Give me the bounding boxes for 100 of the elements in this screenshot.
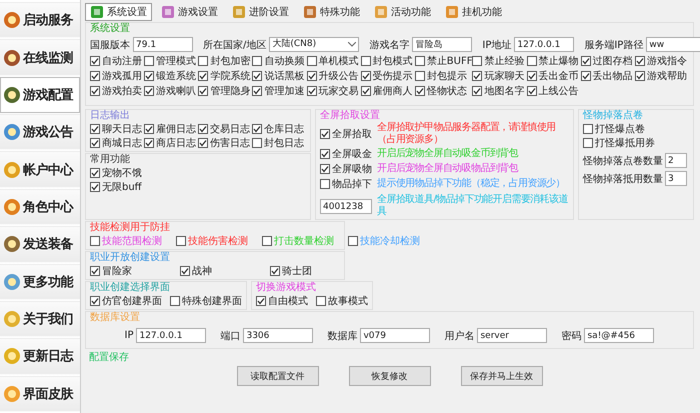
sidebar-item[interactable]: 界面皮肤 bbox=[0, 376, 80, 412]
input-field[interactable]: 冒险岛 bbox=[412, 37, 472, 52]
checkbox[interactable] bbox=[90, 168, 100, 178]
action-button[interactable]: 读取配置文件 bbox=[236, 366, 318, 386]
checkbox[interactable] bbox=[252, 86, 262, 96]
tab[interactable]: 游戏设置 bbox=[156, 3, 223, 21]
checkbox[interactable] bbox=[90, 71, 100, 81]
sidebar-item[interactable]: 帐户中心 bbox=[0, 151, 80, 188]
sidebar-item[interactable]: 角色中心 bbox=[0, 188, 80, 226]
input-field[interactable]: 127.0.0.1 bbox=[514, 37, 574, 52]
checkbox[interactable] bbox=[306, 71, 317, 81]
option-label: 禁止BUFF bbox=[426, 54, 472, 68]
sidebar-item[interactable]: 更多功能 bbox=[0, 264, 80, 300]
input-field[interactable]: server bbox=[477, 328, 548, 343]
checkbox[interactable] bbox=[320, 178, 330, 188]
input-field[interactable]: sa!@#456 bbox=[584, 328, 654, 343]
emblem-icon bbox=[3, 384, 21, 403]
checkbox[interactable] bbox=[472, 86, 482, 96]
tab[interactable]: 挂机功能 bbox=[440, 3, 507, 21]
action-button[interactable]: 恢复修改 bbox=[348, 366, 430, 386]
checkbox[interactable] bbox=[583, 138, 593, 148]
checkbox[interactable] bbox=[583, 124, 593, 134]
sidebar-item[interactable]: 启动服务 bbox=[0, 2, 80, 38]
checkbox[interactable] bbox=[198, 86, 208, 96]
checkbox[interactable] bbox=[526, 56, 537, 66]
tab[interactable]: 进阶设置 bbox=[227, 3, 294, 21]
checkbox[interactable] bbox=[360, 56, 371, 66]
checkbox[interactable] bbox=[90, 296, 100, 306]
checkbox[interactable] bbox=[256, 296, 266, 306]
input-field[interactable]: 79.1 bbox=[133, 37, 193, 52]
checkbox[interactable] bbox=[526, 86, 537, 96]
hint-text: 全屏拾取道具/物品掉下功能开启需要消耗该道具 bbox=[377, 194, 569, 218]
input-field[interactable]: ww bbox=[646, 37, 700, 52]
checkbox[interactable] bbox=[144, 86, 154, 96]
input-field[interactable]: 3 bbox=[665, 171, 687, 186]
checkbox[interactable] bbox=[198, 124, 208, 134]
checkbox[interactable] bbox=[180, 266, 190, 276]
checkbox[interactable] bbox=[90, 86, 100, 96]
checkbox[interactable] bbox=[144, 138, 154, 148]
checkbox[interactable] bbox=[634, 56, 645, 66]
input-field[interactable]: 4001238 bbox=[320, 198, 372, 214]
checkbox[interactable] bbox=[262, 236, 272, 246]
checkbox[interactable] bbox=[90, 138, 100, 148]
checkbox[interactable] bbox=[252, 124, 262, 134]
checkbox[interactable] bbox=[144, 124, 154, 134]
checkbox[interactable] bbox=[170, 296, 180, 306]
checkbox[interactable] bbox=[306, 56, 317, 66]
checkbox[interactable] bbox=[252, 71, 262, 81]
checkbox[interactable] bbox=[526, 71, 537, 81]
sidebar-item[interactable]: 发送装备 bbox=[0, 226, 80, 263]
checkbox[interactable] bbox=[360, 86, 371, 96]
checkbox[interactable] bbox=[316, 296, 326, 306]
checkbox[interactable] bbox=[472, 71, 482, 81]
checkbox[interactable] bbox=[472, 56, 482, 66]
field-label: 怪物掉落点卷数量 bbox=[583, 154, 663, 168]
checkbox[interactable] bbox=[252, 138, 262, 148]
option-label: 打怪爆点卷 bbox=[595, 122, 645, 136]
checkbox[interactable] bbox=[634, 71, 645, 81]
option-label: 雇佣日志 bbox=[156, 122, 196, 136]
sidebar-item[interactable]: 关于我们 bbox=[0, 300, 80, 338]
checkbox[interactable] bbox=[320, 164, 330, 174]
checkbox[interactable] bbox=[90, 56, 100, 66]
checkbox[interactable] bbox=[306, 86, 317, 96]
checkbox[interactable] bbox=[580, 56, 591, 66]
checkbox[interactable] bbox=[198, 71, 208, 81]
tab[interactable]: 活动功能 bbox=[369, 3, 436, 21]
checkbox[interactable] bbox=[270, 266, 280, 276]
emblem-icon bbox=[3, 123, 21, 142]
checkbox[interactable] bbox=[90, 182, 100, 192]
checkbox[interactable] bbox=[580, 71, 591, 81]
action-button[interactable]: 保存并马上生效 bbox=[460, 366, 542, 386]
checkbox[interactable] bbox=[144, 71, 154, 81]
checkbox[interactable] bbox=[198, 138, 208, 148]
checkbox[interactable] bbox=[252, 56, 262, 66]
checkbox[interactable] bbox=[90, 236, 100, 246]
checkbox[interactable] bbox=[198, 56, 208, 66]
input-field[interactable]: 3306 bbox=[243, 328, 314, 343]
checkbox[interactable] bbox=[360, 71, 371, 81]
checkbox[interactable] bbox=[90, 266, 100, 276]
input-field[interactable]: 127.0.0.1 bbox=[136, 328, 206, 343]
sidebar-item[interactable]: 在线监测 bbox=[0, 39, 80, 76]
checkbox[interactable] bbox=[320, 148, 330, 158]
checkbox[interactable] bbox=[414, 71, 425, 81]
checkbox[interactable] bbox=[348, 236, 358, 246]
checkbox[interactable] bbox=[320, 129, 330, 139]
tab[interactable]: 系统设置 bbox=[85, 3, 152, 21]
sidebar-item[interactable]: 游戏公告 bbox=[0, 114, 80, 150]
region-dropdown[interactable]: 大陆(CN8) bbox=[269, 37, 360, 52]
checkbox[interactable] bbox=[414, 56, 425, 66]
field-label: 国服版本 bbox=[90, 38, 130, 52]
sidebar-item[interactable]: 游戏配置 bbox=[0, 76, 80, 114]
tab[interactable]: 特殊功能 bbox=[298, 3, 365, 21]
sidebar-item[interactable]: 更新日志 bbox=[0, 338, 80, 375]
option-label: 物品掉下 bbox=[332, 178, 372, 190]
input-field[interactable]: 2 bbox=[665, 153, 687, 168]
checkbox[interactable] bbox=[176, 236, 186, 246]
checkbox[interactable] bbox=[414, 86, 425, 96]
checkbox[interactable] bbox=[90, 124, 100, 134]
input-field[interactable]: v079 bbox=[360, 328, 430, 343]
checkbox[interactable] bbox=[144, 56, 154, 66]
